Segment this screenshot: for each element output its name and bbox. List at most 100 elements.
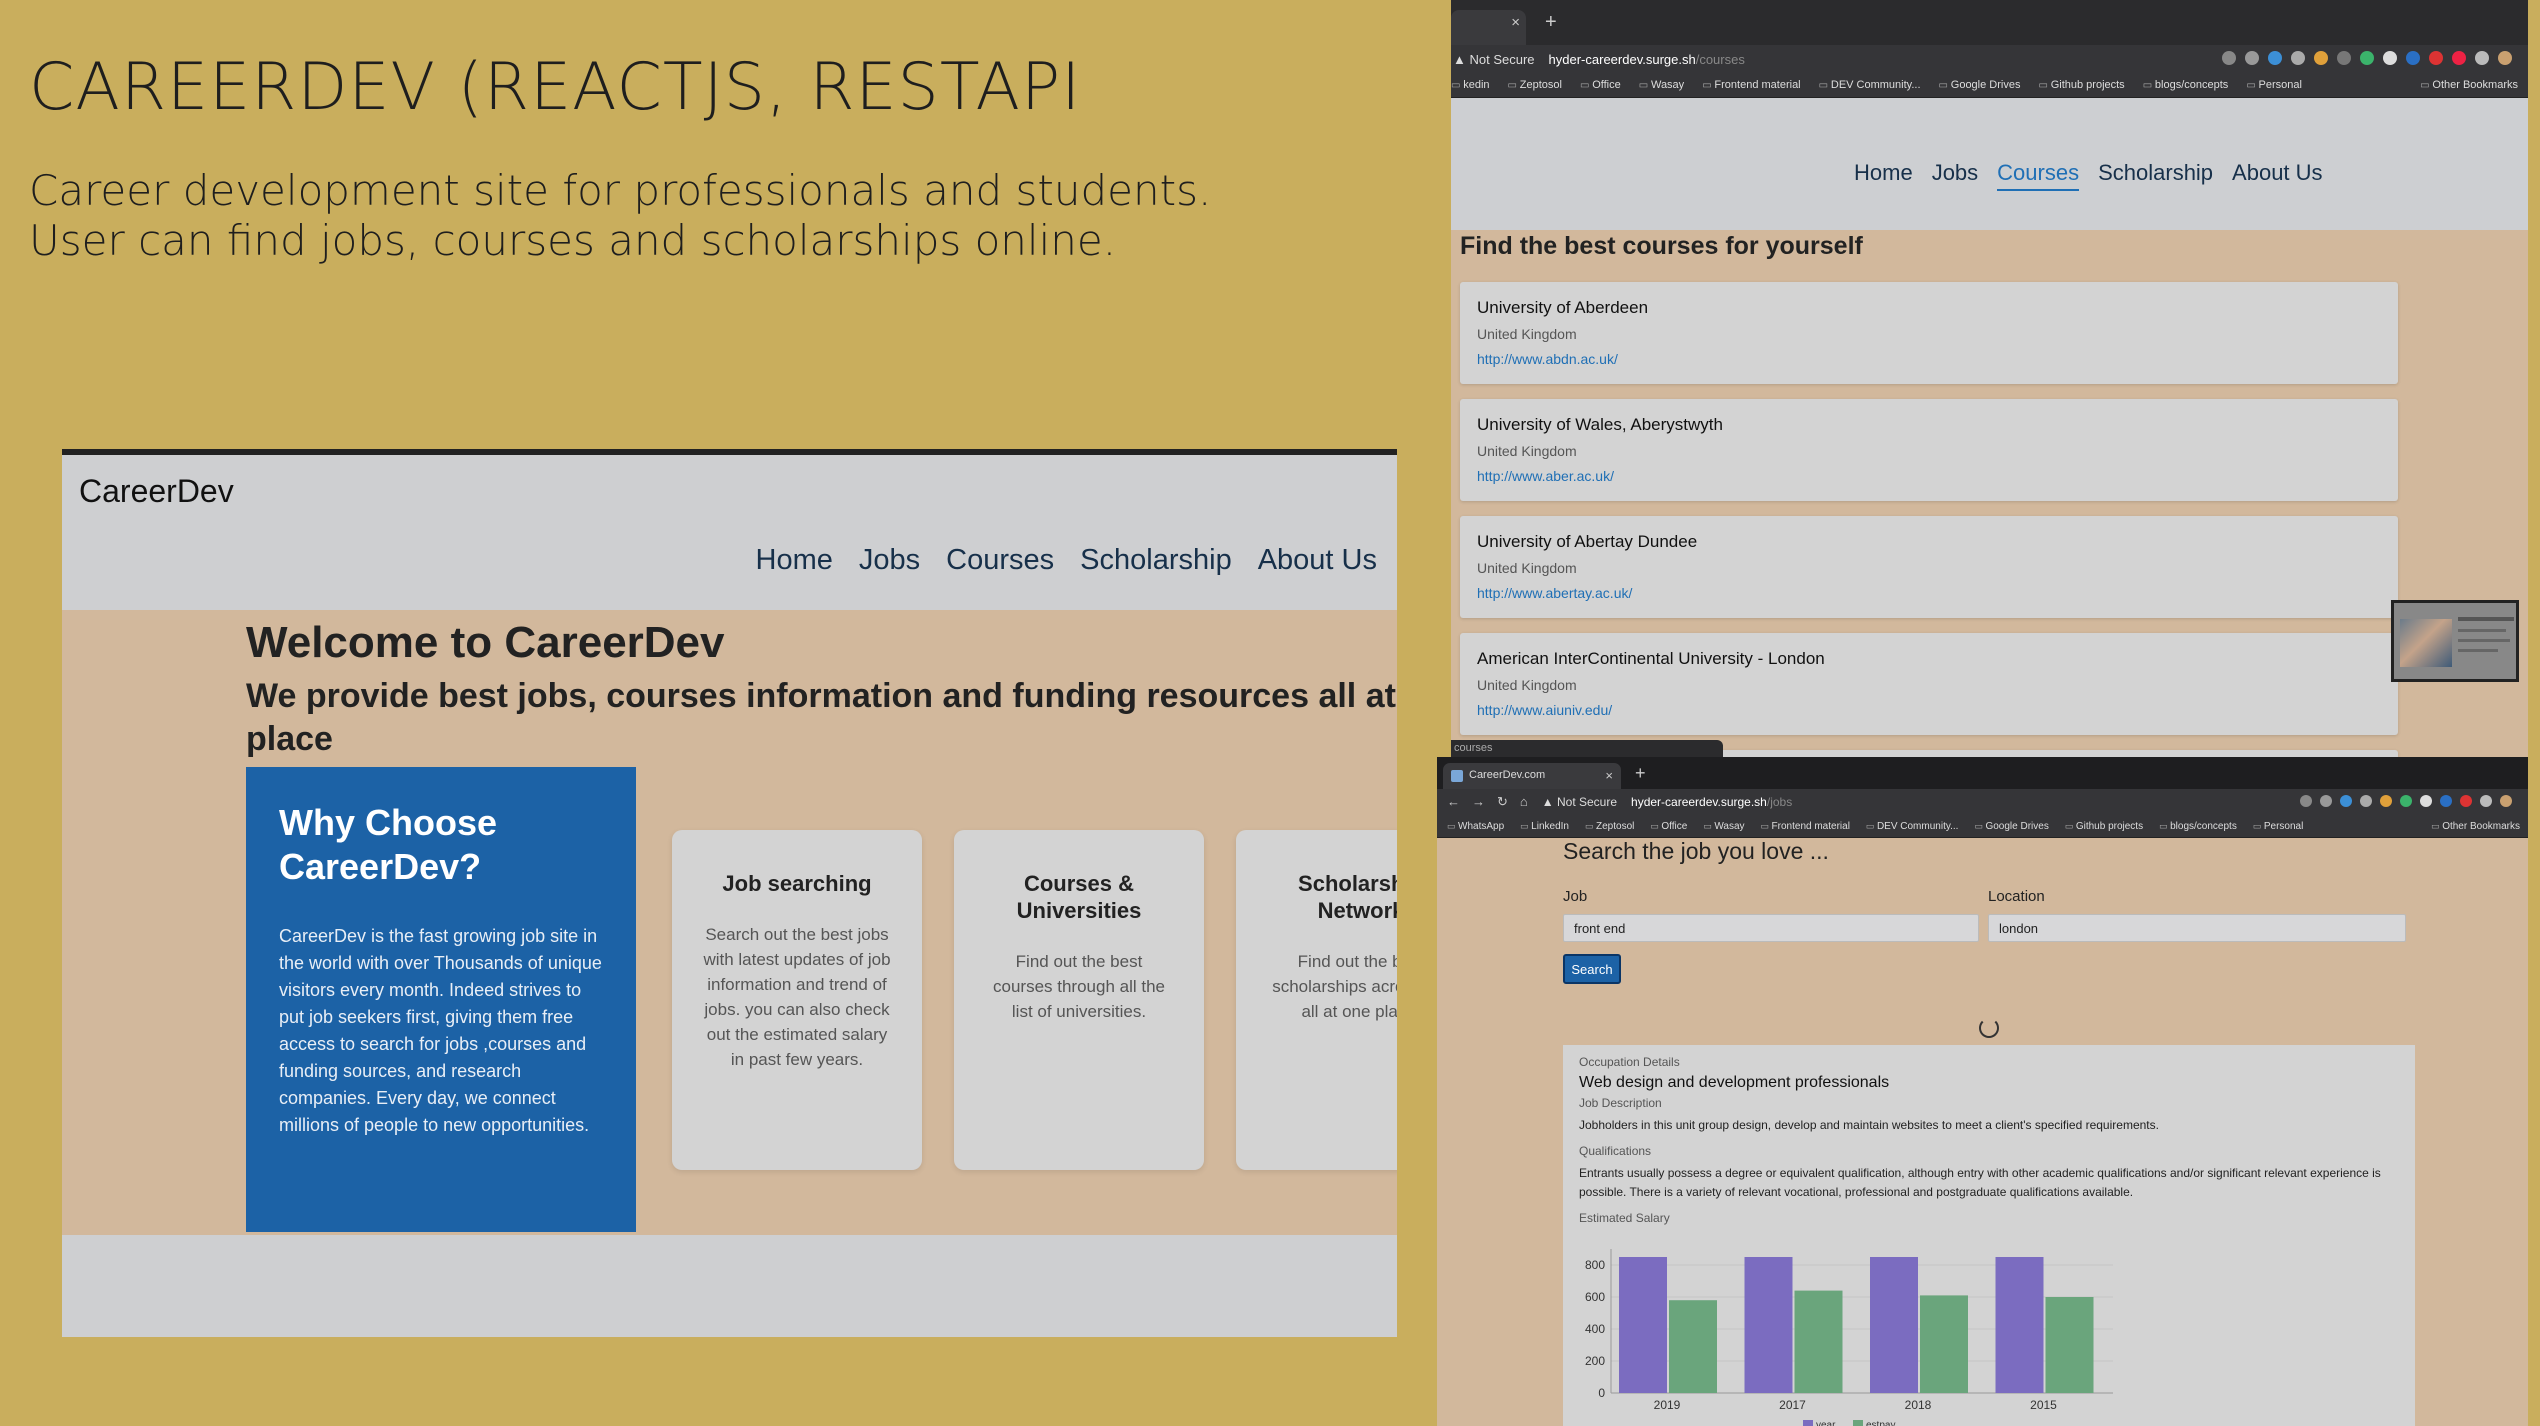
extension-icon[interactable] — [2460, 795, 2472, 807]
extension-icon[interactable] — [2429, 51, 2443, 65]
welcome-heading: Welcome to CareerDev — [246, 618, 725, 667]
bookmark-item[interactable]: kedin — [1451, 79, 1489, 91]
nav-jobs[interactable]: Jobs — [1932, 160, 1978, 191]
why-choose-text: CareerDev is the fast growing job site i… — [279, 926, 602, 1135]
address-bar[interactable]: ▲ Not Secure hyder-careerdev.surge.sh/co… — [1451, 45, 2528, 73]
extension-icon[interactable] — [2406, 51, 2420, 65]
extension-icon[interactable] — [2320, 795, 2332, 807]
nav-jobs[interactable]: Jobs — [859, 544, 920, 577]
bookmark-item[interactable]: blogs/concepts — [2143, 79, 2228, 91]
extension-icon[interactable] — [2360, 51, 2374, 65]
job-input[interactable]: front end — [1563, 914, 1979, 942]
nav-courses[interactable]: Courses — [946, 544, 1054, 577]
home-icon[interactable]: ⌂ — [1520, 794, 1528, 810]
address-bar[interactable]: ← → ↻ ⌂ ▲ Not Secure hyder-careerdev.sur… — [1437, 789, 2528, 815]
star-icon[interactable] — [2222, 51, 2236, 65]
slide-description-line2: User can find jobs, courses and scholars… — [29, 216, 1117, 265]
bookmark-item[interactable]: Zeptosol — [1585, 821, 1634, 832]
nav-courses-active[interactable]: Courses — [1997, 160, 2080, 191]
extension-icon[interactable] — [2337, 51, 2351, 65]
extension-icon[interactable] — [2245, 51, 2259, 65]
nav-home[interactable]: Home — [756, 544, 833, 577]
other-bookmarks[interactable]: Other Bookmarks — [2431, 821, 2520, 832]
bookmark-item[interactable]: LinkedIn — [1520, 821, 1569, 832]
university-link[interactable]: http://www.aber.ac.uk/ — [1477, 468, 2381, 484]
job-description-label: Job Description — [1579, 1096, 1662, 1110]
y-tick-label: 400 — [1585, 1322, 1605, 1336]
bookmark-item[interactable]: blogs/concepts — [2159, 821, 2237, 832]
university-link[interactable]: http://www.abdn.ac.uk/ — [1477, 351, 2381, 367]
new-tab-icon[interactable]: + — [1635, 763, 1646, 784]
bookmark-item[interactable]: Google Drives — [1939, 79, 2021, 91]
extension-icon[interactable] — [2420, 795, 2432, 807]
extension-icon[interactable] — [2400, 795, 2412, 807]
x-tick-label: 2017 — [1779, 1398, 1806, 1412]
bookmark-item[interactable]: Office — [1580, 79, 1621, 91]
university-link[interactable]: http://www.aiuniv.edu/ — [1477, 702, 2381, 718]
extension-icon[interactable] — [2452, 51, 2466, 65]
university-country: United Kingdom — [1477, 677, 1577, 693]
browser-tab[interactable]: × — [1451, 10, 1526, 45]
location-input[interactable]: london — [1988, 914, 2406, 942]
bookmark-item[interactable]: Personal — [2246, 79, 2302, 91]
nav-about-us[interactable]: About Us — [1258, 544, 1377, 577]
nav-scholarship[interactable]: Scholarship — [1080, 544, 1232, 577]
bookmark-item[interactable]: DEV Community... — [1819, 79, 1921, 91]
bookmark-item[interactable]: Zeptosol — [1508, 79, 1562, 91]
bookmark-item[interactable]: Google Drives — [1974, 821, 2048, 832]
card-scholarship[interactable]: Scholarship Network Find out the best sc… — [1236, 830, 1397, 1170]
close-tab-icon[interactable]: × — [1511, 14, 1520, 31]
window-thumbnail[interactable] — [2391, 600, 2519, 682]
extension-icon[interactable] — [2380, 795, 2392, 807]
brand-logo[interactable]: CareerDev — [79, 473, 234, 510]
bookmark-item[interactable]: Github projects — [2038, 79, 2125, 91]
not-secure-label[interactable]: ▲ Not Secure — [1453, 52, 1535, 67]
avatar[interactable] — [2500, 795, 2512, 807]
reload-icon[interactable]: ↻ — [1497, 794, 1508, 810]
other-bookmarks[interactable]: Other Bookmarks — [2420, 79, 2518, 91]
extension-icon[interactable] — [2360, 795, 2372, 807]
avatar[interactable] — [2498, 51, 2512, 65]
extension-icon[interactable] — [2268, 51, 2282, 65]
bookmark-item[interactable]: WhatsApp — [1447, 821, 1504, 832]
bookmark-item[interactable]: Wasay — [1639, 79, 1684, 91]
url-host[interactable]: hyder-careerdev.surge.sh — [1631, 795, 1767, 809]
jobs-heading: Search the job you love ... — [1563, 838, 1829, 864]
bar-year — [1744, 1257, 1793, 1393]
status-bar: courses — [1451, 740, 1723, 757]
university-link[interactable]: http://www.abertay.ac.uk/ — [1477, 585, 2381, 601]
forward-icon[interactable]: → — [1472, 794, 1485, 810]
courses-content: Find the best courses for yourself Unive… — [1451, 230, 2528, 757]
puzzle-icon[interactable] — [2480, 795, 2492, 807]
not-secure-label[interactable]: ▲ Not Secure — [1542, 795, 1617, 809]
card-job-searching[interactable]: Job searching Search out the best jobs w… — [672, 830, 922, 1170]
extension-icon[interactable] — [2383, 51, 2397, 65]
url-host[interactable]: hyder-careerdev.surge.sh — [1549, 52, 1696, 67]
bookmark-item[interactable]: Personal — [2253, 821, 2303, 832]
bar-year — [1870, 1257, 1918, 1393]
bookmark-item[interactable]: Github projects — [2065, 821, 2143, 832]
back-icon[interactable]: ← — [1447, 794, 1460, 810]
bookmark-item[interactable]: Frontend material — [1702, 79, 1800, 91]
url-path[interactable]: /courses — [1696, 52, 1745, 67]
bookmark-item[interactable]: Office — [1650, 821, 1687, 832]
y-tick-label: 800 — [1585, 1258, 1605, 1272]
bookmark-item[interactable]: Wasay — [1703, 821, 1744, 832]
star-icon[interactable] — [2300, 795, 2312, 807]
puzzle-icon[interactable] — [2475, 51, 2489, 65]
extension-icon[interactable] — [2340, 795, 2352, 807]
browser-tab[interactable]: CareerDev.com × — [1443, 763, 1621, 789]
card-courses[interactable]: Courses & Universities Find out the best… — [954, 830, 1204, 1170]
nav-home[interactable]: Home — [1854, 160, 1913, 191]
bookmark-item[interactable]: DEV Community... — [1866, 821, 1959, 832]
url-path[interactable]: /jobs — [1767, 795, 1792, 809]
search-button[interactable]: Search — [1563, 954, 1621, 984]
extension-icon[interactable] — [2314, 51, 2328, 65]
close-tab-icon[interactable]: × — [1605, 768, 1613, 783]
nav-scholarship[interactable]: Scholarship — [2098, 160, 2213, 191]
new-tab-icon[interactable]: + — [1545, 11, 1557, 34]
extension-icon[interactable] — [2440, 795, 2452, 807]
extension-icon[interactable] — [2291, 51, 2305, 65]
bookmark-item[interactable]: Frontend material — [1761, 821, 1850, 832]
nav-about-us[interactable]: About Us — [2232, 160, 2323, 191]
